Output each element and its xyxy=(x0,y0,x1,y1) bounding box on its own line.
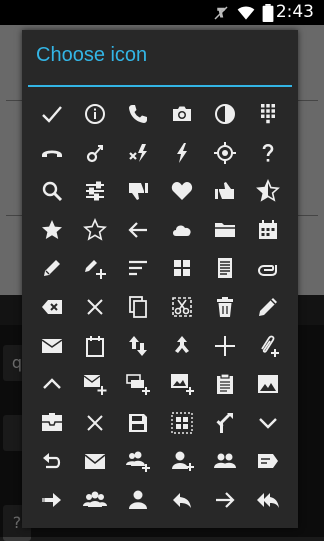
sliders-icon[interactable] xyxy=(73,172,116,211)
folder-icon[interactable] xyxy=(203,211,246,250)
swap-vertical-icon[interactable] xyxy=(117,326,160,365)
group-icon-2[interactable] xyxy=(73,480,116,519)
group-icon[interactable] xyxy=(203,442,246,481)
title-divider xyxy=(28,85,292,87)
chevron-down-icon[interactable] xyxy=(247,403,290,442)
undo-icon[interactable] xyxy=(30,442,73,481)
image-add-icon[interactable] xyxy=(160,365,203,404)
split-icon[interactable] xyxy=(203,403,246,442)
search-icon[interactable] xyxy=(30,172,73,211)
group-add-icon[interactable] xyxy=(117,442,160,481)
icon-grid xyxy=(30,95,290,519)
close-icon[interactable] xyxy=(73,288,116,327)
copy-icon[interactable] xyxy=(117,288,160,327)
target-icon[interactable] xyxy=(203,134,246,173)
battery-icon xyxy=(262,4,274,22)
email-icon[interactable] xyxy=(30,326,73,365)
thumbs-down-icon[interactable] xyxy=(117,172,160,211)
note-icon[interactable] xyxy=(73,326,116,365)
image-icon[interactable] xyxy=(247,365,290,404)
heart-icon[interactable] xyxy=(160,172,203,211)
sort-icon[interactable] xyxy=(117,249,160,288)
check-icon[interactable] xyxy=(30,95,73,134)
arrow-left-icon[interactable] xyxy=(117,211,160,250)
document-icon[interactable] xyxy=(203,249,246,288)
star-outline-icon[interactable] xyxy=(73,211,116,250)
clipboard-icon[interactable] xyxy=(203,365,246,404)
label-icon[interactable] xyxy=(247,442,290,481)
backspace-icon[interactable] xyxy=(30,288,73,327)
select-all-icon[interactable] xyxy=(160,403,203,442)
email-add-icon[interactable] xyxy=(73,365,116,404)
end-call-icon[interactable] xyxy=(30,134,73,173)
thumbs-up-icon[interactable] xyxy=(203,172,246,211)
status-bar: 2:43 xyxy=(0,0,324,25)
grid-icon[interactable] xyxy=(160,249,203,288)
star-half-icon[interactable] xyxy=(247,172,290,211)
cut-icon[interactable] xyxy=(160,288,203,327)
save-icon[interactable] xyxy=(117,403,160,442)
inbox-icon[interactable] xyxy=(30,403,73,442)
cloud-icon[interactable] xyxy=(160,211,203,250)
dialog-title: Choose icon xyxy=(36,44,148,66)
messages-add-icon[interactable] xyxy=(117,365,160,404)
phone-missed-icon[interactable] xyxy=(73,134,116,173)
reply-all-icon[interactable] xyxy=(247,480,290,519)
attach-add-icon[interactable] xyxy=(247,326,290,365)
call-blocked-icon[interactable] xyxy=(117,134,160,173)
dialpad-icon[interactable] xyxy=(247,95,290,134)
choose-icon-dialog: Choose icon xyxy=(22,30,298,528)
chevron-up-icon[interactable] xyxy=(30,365,73,404)
edit-add-icon[interactable] xyxy=(73,249,116,288)
edit-icon[interactable] xyxy=(30,249,73,288)
person-add-icon[interactable] xyxy=(160,442,203,481)
person-icon[interactable] xyxy=(117,480,160,519)
arrow-right-icon[interactable] xyxy=(203,480,246,519)
help-icon[interactable] xyxy=(247,134,290,173)
clock: 2:43 xyxy=(275,2,314,22)
forward-icon[interactable] xyxy=(30,480,73,519)
trash-icon[interactable] xyxy=(203,288,246,327)
open-mail-icon[interactable] xyxy=(73,442,116,481)
camera-icon[interactable] xyxy=(160,95,203,134)
close-icon-2[interactable] xyxy=(73,403,116,442)
merge-icon[interactable] xyxy=(160,326,203,365)
calendar-icon[interactable] xyxy=(247,211,290,250)
pie-icon[interactable] xyxy=(203,95,246,134)
info-icon[interactable] xyxy=(73,95,116,134)
paperclip-icon[interactable] xyxy=(247,249,290,288)
phone-icon[interactable] xyxy=(117,95,160,134)
star-icon[interactable] xyxy=(30,211,73,250)
mute-icon xyxy=(214,6,228,20)
wifi-icon xyxy=(237,6,255,20)
reply-icon[interactable] xyxy=(160,480,203,519)
plus-icon[interactable] xyxy=(203,326,246,365)
pencil-icon[interactable] xyxy=(247,288,290,327)
flash-icon[interactable] xyxy=(160,134,203,173)
